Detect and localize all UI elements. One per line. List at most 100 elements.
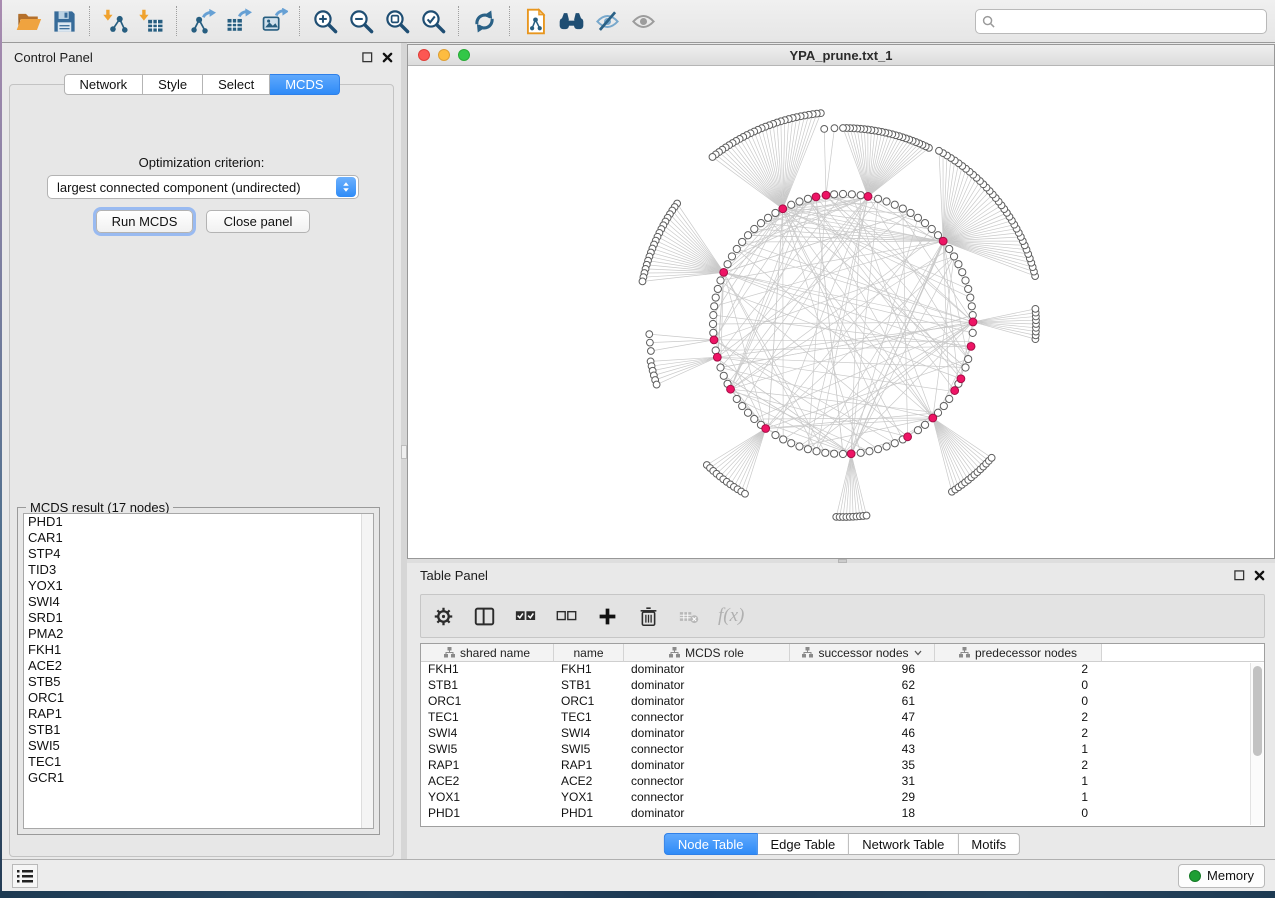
table-row[interactable]: ORC1ORC1dominator610 (421, 694, 1264, 710)
task-history-button[interactable] (12, 864, 38, 888)
tab-node-table[interactable]: Node Table (664, 833, 758, 855)
search-field[interactable] (975, 9, 1267, 34)
close-panel-button[interactable]: Close panel (206, 210, 310, 233)
control-panel: Control Panel Network Style Select MCDS … (2, 43, 401, 859)
node-table: shared name name MCDS role successor nod… (420, 643, 1265, 827)
plus-icon (597, 606, 618, 627)
float-panel-icon[interactable] (1234, 570, 1245, 581)
show-column-panel-button[interactable] (472, 604, 496, 628)
close-panel-icon[interactable] (1254, 570, 1265, 581)
table-tabs: Node Table Edge Table Network Table Moti… (664, 833, 1020, 855)
tab-style[interactable]: Style (143, 74, 203, 95)
mcds-result-item[interactable]: GCR1 (24, 770, 373, 786)
table-cell: 18 (790, 806, 935, 822)
apply-layout-button[interactable] (466, 3, 502, 39)
export-table-button[interactable] (220, 3, 256, 39)
network-from-file-button[interactable] (517, 3, 553, 39)
mcds-result-item[interactable]: SRD1 (24, 610, 373, 626)
network-canvas[interactable] (408, 66, 1274, 558)
table-row[interactable]: PHD1PHD1dominator180 (421, 806, 1264, 822)
mcds-result-item[interactable]: FKH1 (24, 642, 373, 658)
zoom-fit-button[interactable] (379, 3, 415, 39)
mcds-result-item[interactable]: STB5 (24, 674, 373, 690)
table-row[interactable]: RAP1RAP1dominator352 (421, 758, 1264, 774)
mcds-result-item[interactable]: ORC1 (24, 690, 373, 706)
hide-selected-button[interactable] (589, 3, 625, 39)
import-network-button[interactable] (97, 3, 133, 39)
mcds-result-item[interactable]: CAR1 (24, 530, 373, 546)
mcds-result-item[interactable]: STB1 (24, 722, 373, 738)
search-input[interactable] (999, 14, 1260, 28)
float-panel-icon[interactable] (362, 52, 373, 63)
table-scrollbar[interactable] (1250, 663, 1263, 825)
tab-network-table[interactable]: Network Table (849, 833, 958, 855)
function-builder-button[interactable]: f(x) (718, 605, 744, 627)
table-row[interactable]: SWI4SWI4dominator462 (421, 726, 1264, 742)
export-image-button[interactable] (256, 3, 292, 39)
tab-motifs[interactable]: Motifs (958, 833, 1020, 855)
zoom-out-button[interactable] (343, 3, 379, 39)
mcds-result-item[interactable]: STP4 (24, 546, 373, 562)
tab-network[interactable]: Network (63, 74, 143, 95)
tree-icon (802, 647, 813, 658)
create-column-button[interactable] (595, 604, 619, 628)
delete-table-button[interactable] (677, 604, 701, 628)
tab-edge-table[interactable]: Edge Table (757, 833, 849, 855)
column-header-name[interactable]: name (554, 644, 624, 662)
column-header-mcds-role[interactable]: MCDS role (624, 644, 790, 662)
show-all-button[interactable] (625, 3, 661, 39)
mcds-result-item[interactable]: TID3 (24, 562, 373, 578)
column-header-successor-nodes[interactable]: successor nodes (790, 644, 935, 662)
eye-icon (630, 8, 657, 35)
table-row[interactable]: ACE2ACE2connector311 (421, 774, 1264, 790)
table-cell: 1 (935, 790, 1102, 806)
column-header-predecessor-nodes[interactable]: predecessor nodes (935, 644, 1102, 662)
mcds-result-item[interactable]: PHD1 (24, 514, 373, 530)
memory-button[interactable]: Memory (1178, 864, 1265, 888)
table-row[interactable]: FKH1FKH1dominator962 (421, 662, 1264, 678)
mcds-result-item[interactable]: YOX1 (24, 578, 373, 594)
table-settings-button[interactable] (431, 604, 455, 628)
run-mcds-button[interactable]: Run MCDS (96, 210, 193, 233)
mcds-list-scrollbar[interactable] (361, 514, 373, 828)
open-file-button[interactable] (10, 3, 46, 39)
delete-column-button[interactable] (636, 604, 660, 628)
export-network-button[interactable] (184, 3, 220, 39)
mcds-result-item[interactable]: SWI5 (24, 738, 373, 754)
zoom-selected-button[interactable] (415, 3, 451, 39)
criterion-dropdown[interactable]: largest connected component (undirected) (47, 175, 359, 199)
deselect-all-columns-button[interactable] (554, 604, 578, 628)
network-titlebar[interactable]: YPA_prune.txt_1 (408, 45, 1274, 66)
table-row[interactable]: SWI5SWI5connector431 (421, 742, 1264, 758)
table-cell: dominator (624, 694, 790, 710)
table-row[interactable]: STB1STB1dominator620 (421, 678, 1264, 694)
column-header-shared-name[interactable]: shared name (421, 644, 554, 662)
mcds-result-item[interactable]: TEC1 (24, 754, 373, 770)
table-panel: Table Panel (407, 563, 1275, 859)
table-cell: YOX1 (554, 790, 624, 806)
table-cell: PHD1 (421, 806, 554, 822)
mcds-result-item[interactable]: ACE2 (24, 658, 373, 674)
tab-mcds[interactable]: MCDS (270, 74, 339, 95)
scrollbar-thumb[interactable] (1253, 666, 1262, 756)
table-cell: TEC1 (421, 710, 554, 726)
close-panel-icon[interactable] (382, 52, 393, 63)
tab-select[interactable]: Select (203, 74, 270, 95)
find-button[interactable] (553, 3, 589, 39)
table-cell: 0 (935, 806, 1102, 822)
import-table-button[interactable] (133, 3, 169, 39)
dropdown-stepper-icon (336, 177, 356, 197)
gear-icon (433, 606, 454, 627)
mcds-result-item[interactable]: RAP1 (24, 706, 373, 722)
network-window: YPA_prune.txt_1 (407, 44, 1275, 559)
toolbar-separator (299, 6, 300, 36)
binoculars-icon (558, 8, 585, 35)
table-row[interactable]: TEC1TEC1connector472 (421, 710, 1264, 726)
select-all-columns-button[interactable] (513, 604, 537, 628)
mcds-result-item[interactable]: PMA2 (24, 626, 373, 642)
save-session-button[interactable] (46, 3, 82, 39)
mcds-result-list[interactable]: PHD1CAR1STP4TID3YOX1SWI4SRD1PMA2FKH1ACE2… (23, 513, 374, 829)
zoom-in-button[interactable] (307, 3, 343, 39)
mcds-result-item[interactable]: SWI4 (24, 594, 373, 610)
table-row[interactable]: YOX1YOX1connector291 (421, 790, 1264, 806)
